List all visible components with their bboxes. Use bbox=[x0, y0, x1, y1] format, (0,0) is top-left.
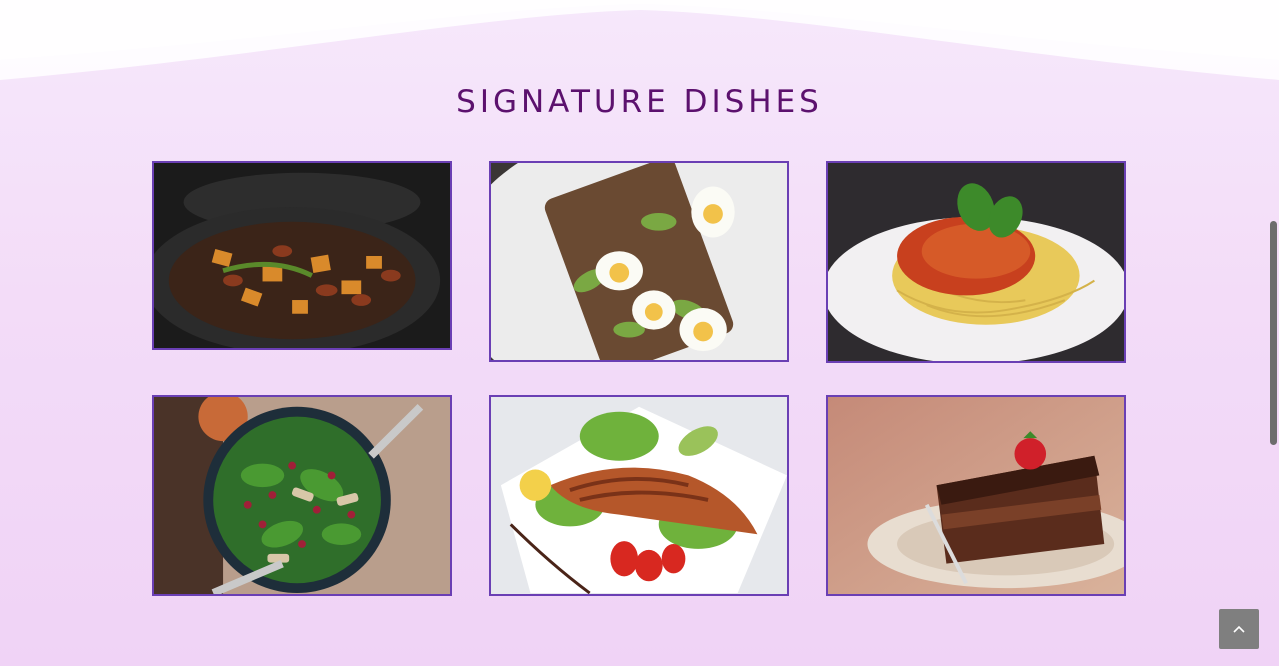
dish-card-spinach-salad[interactable] bbox=[152, 395, 452, 596]
chocolate-cake-image bbox=[828, 397, 1124, 594]
dishes-gallery bbox=[0, 0, 1279, 666]
spaghetti-bolognese-image bbox=[828, 163, 1124, 361]
scrollbar-thumb[interactable] bbox=[1270, 221, 1277, 445]
dish-card-avocado-toast[interactable] bbox=[489, 161, 789, 362]
dish-card-pan-vegetables[interactable] bbox=[152, 161, 452, 350]
grilled-salmon-image bbox=[491, 397, 787, 594]
vertical-scrollbar[interactable] bbox=[1268, 0, 1279, 666]
dish-card-chocolate-cake[interactable] bbox=[826, 395, 1126, 596]
chevron-up-icon bbox=[1233, 625, 1245, 633]
dish-card-spaghetti[interactable] bbox=[826, 161, 1126, 363]
dish-card-grilled-salmon[interactable] bbox=[489, 395, 789, 596]
back-to-top-button[interactable] bbox=[1219, 609, 1259, 649]
pan-fried-vegetables-image bbox=[154, 163, 450, 348]
avocado-egg-toast-image bbox=[491, 163, 787, 360]
spinach-pomegranate-salad-image bbox=[154, 397, 450, 594]
